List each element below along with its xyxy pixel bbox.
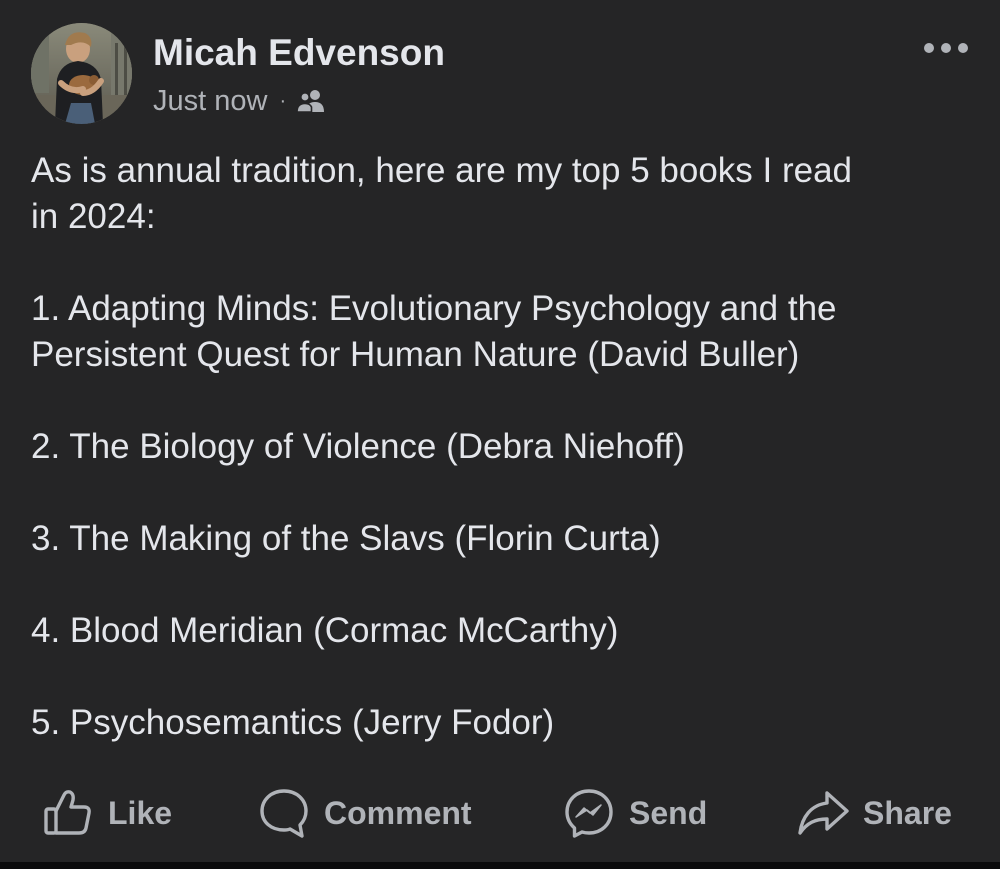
post-body: As is annual tradition, here are my top … bbox=[31, 148, 976, 746]
book-list-item-5: 5. Psychosemantics (Jerry Fodor) bbox=[31, 703, 555, 742]
send-button[interactable]: Send bbox=[563, 780, 707, 846]
post-timestamp[interactable]: Just now bbox=[153, 83, 267, 119]
post-action-bar: Like Comment Send Share bbox=[0, 780, 1000, 846]
more-options-button[interactable] bbox=[918, 30, 974, 66]
book-list-item-1: 1. Adapting Minds: Evolutionary Psycholo… bbox=[31, 286, 976, 378]
like-label: Like bbox=[108, 794, 173, 831]
meta-separator: · bbox=[279, 90, 287, 112]
book-item-line: Persistent Quest for Human Nature (David… bbox=[31, 335, 800, 374]
messenger-icon bbox=[565, 789, 613, 838]
friends-icon[interactable] bbox=[296, 89, 326, 113]
like-icon bbox=[44, 790, 91, 835]
comment-button[interactable]: Comment bbox=[258, 780, 472, 846]
post-intro: As is annual tradition, here are my top … bbox=[31, 148, 976, 240]
author-name[interactable]: Micah Edvenson bbox=[153, 30, 445, 76]
share-label: Share bbox=[863, 794, 952, 831]
book-list-item-4: 4. Blood Meridian (Cormac McCarthy) bbox=[31, 611, 619, 650]
book-item-line: 1. Adapting Minds: Evolutionary Psycholo… bbox=[31, 289, 837, 328]
comment-label: Comment bbox=[324, 794, 472, 831]
send-label: Send bbox=[629, 794, 708, 831]
bottom-divider bbox=[0, 862, 1000, 869]
more-options-icon bbox=[924, 43, 968, 53]
comment-icon bbox=[260, 789, 308, 838]
post-meta: Just now · bbox=[153, 83, 326, 119]
share-icon bbox=[798, 791, 849, 835]
profile-photo bbox=[31, 23, 132, 124]
post-card: Micah Edvenson Just now · As is annual t… bbox=[0, 0, 1000, 862]
author-avatar[interactable] bbox=[31, 23, 132, 124]
post-intro-line: As is annual tradition, here are my top … bbox=[31, 151, 853, 190]
book-list-item-3: 3. The Making of the Slavs (Florin Curta… bbox=[31, 519, 661, 558]
book-list-item-2: 2. The Biology of Violence (Debra Niehof… bbox=[31, 427, 685, 466]
post-intro-line: in 2024: bbox=[31, 197, 156, 236]
share-button[interactable]: Share bbox=[797, 780, 952, 846]
like-button[interactable]: Like bbox=[42, 780, 172, 846]
